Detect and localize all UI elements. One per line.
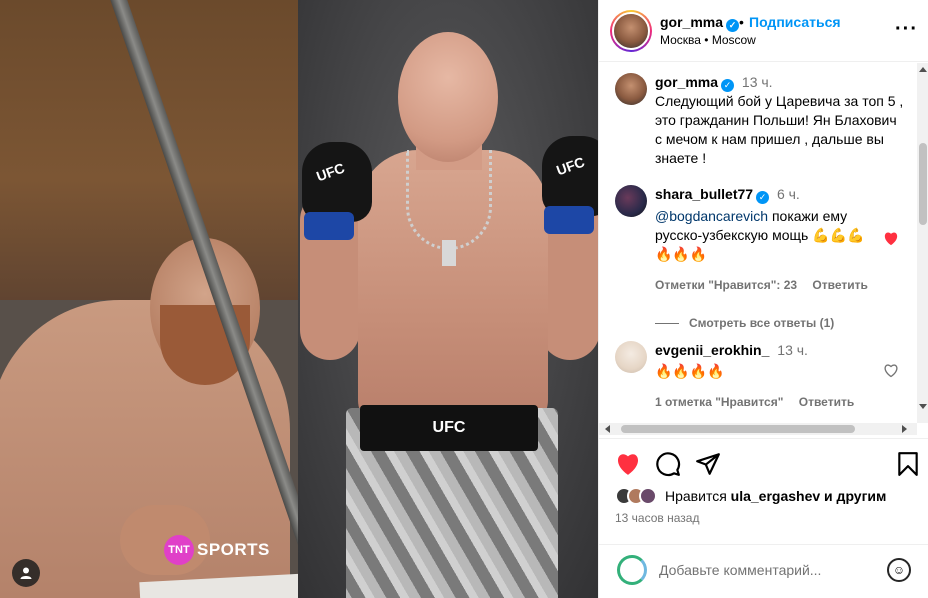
verified-icon: ✓ — [721, 79, 735, 92]
glove-cuff — [304, 212, 354, 240]
scroll-thumb[interactable] — [621, 425, 855, 433]
comment-meta: Отметки "Нравится": 23 Ответить — [655, 276, 881, 294]
fighter-head — [398, 32, 498, 162]
comment-likes-count[interactable]: Отметки "Нравится": 23 — [655, 278, 797, 292]
glove-label: UFC — [314, 159, 347, 185]
author-username-text[interactable]: gor_mma — [660, 14, 723, 30]
comment-input[interactable] — [659, 559, 879, 581]
share-icon[interactable] — [695, 451, 721, 477]
reply-button[interactable]: Ответить — [812, 278, 867, 292]
tnt-sports-text: SPORTS — [197, 540, 270, 559]
tagged-users-button[interactable] — [12, 559, 40, 587]
comment-username[interactable]: evgenii_erokhin_ — [655, 342, 769, 358]
verified-icon: ✓ — [756, 191, 770, 204]
scroll-right-arrow-icon[interactable] — [902, 425, 907, 433]
comment-body: evgenii_erokhin_ 13 ч. 🔥🔥🔥🔥 1 отметка "Н… — [655, 341, 881, 411]
caption-username[interactable]: gor_mma — [655, 74, 718, 90]
cross-pendant — [442, 240, 456, 266]
comment-likes-count[interactable]: 1 отметка "Нравится" — [655, 395, 783, 409]
caption-body: gor_mma ✓ 13 ч. Следующий бой у Царевича … — [655, 73, 905, 168]
glove-label: UFC — [554, 153, 587, 179]
scroll-down-arrow-icon[interactable] — [919, 404, 927, 409]
post-media[interactable]: TNT SPORTS UFC UFC UFC — [0, 0, 598, 598]
comment-mention[interactable]: @bogdancarevich — [655, 208, 768, 224]
person-icon — [20, 567, 32, 579]
caption-time: 13 ч. — [741, 74, 773, 90]
necklace — [406, 150, 492, 250]
post-header: gor_mma ✓ • Подписаться Москва • Moscow ·… — [599, 0, 928, 62]
likes-prefix: Нравится — [665, 488, 731, 504]
author-avatar[interactable] — [610, 10, 652, 52]
tnt-sports-logo: TNT SPORTS — [164, 535, 270, 565]
tnt-badge: TNT — [164, 535, 194, 565]
location-link[interactable]: Москва • Moscow — [660, 33, 756, 47]
emoji-icon[interactable]: ☺ — [887, 558, 911, 582]
comment-username[interactable]: shara_bullet77 — [655, 186, 753, 202]
like-heart-icon[interactable] — [615, 451, 641, 477]
likes-summary[interactable]: Нравится ula_ergashev и другим — [615, 487, 886, 505]
caption-text: Следующий бой у Царевича за топ 5 , это … — [655, 93, 904, 166]
follow-button[interactable]: Подписаться — [749, 14, 841, 30]
right-glove: UFC — [542, 136, 598, 234]
scroll-thumb[interactable] — [919, 143, 927, 225]
replies-line — [655, 322, 679, 324]
separator-dot: • — [739, 14, 744, 30]
comments-list[interactable]: gor_mma ✓ 13 ч. Следующий бой у Царевича … — [599, 63, 917, 423]
scroll-left-arrow-icon[interactable] — [605, 425, 610, 433]
reply-button[interactable]: Ответить — [799, 395, 854, 409]
heart-outline-icon[interactable] — [883, 363, 899, 378]
vertical-scrollbar[interactable] — [917, 63, 928, 423]
comment-icon[interactable] — [655, 451, 681, 477]
liked-heart-icon[interactable] — [883, 231, 899, 246]
add-comment-bar: ☺ — [599, 544, 928, 598]
verified-icon: ✓ — [726, 19, 740, 32]
author-avatar-small[interactable] — [615, 73, 647, 105]
photo-fighter: UFC UFC UFC — [298, 0, 598, 598]
likes-text: Нравится ula_ergashev и другим — [665, 488, 886, 504]
commenter-avatar[interactable] — [615, 185, 647, 217]
post-timestamp: 13 часов назад — [615, 511, 700, 525]
likes-user[interactable]: ula_ergashev — [731, 488, 821, 504]
action-bar: Нравится ula_ergashev и другим 13 часов … — [599, 438, 928, 544]
view-replies[interactable]: Смотреть все ответы (1) — [655, 314, 881, 332]
liker-avatar — [639, 487, 657, 505]
horizontal-scrollbar[interactable] — [599, 423, 917, 435]
view-replies-label[interactable]: Смотреть все ответы (1) — [689, 314, 834, 332]
comment-body: shara_bullet77 ✓ 6 ч. @bogdancarevich пок… — [655, 185, 881, 332]
bookmark-icon[interactable] — [895, 451, 921, 477]
commenter-avatar[interactable] — [615, 341, 647, 373]
comment-text: 🔥🔥🔥🔥 — [655, 363, 725, 379]
glove-cuff — [544, 206, 594, 234]
avatar-image — [612, 12, 650, 50]
comment-time: 13 ч. — [777, 342, 808, 358]
likes-suffix[interactable]: и другим — [820, 488, 886, 504]
comment-time: 6 ч. — [776, 186, 800, 202]
more-options-icon[interactable]: ··· — [895, 18, 918, 41]
comment-meta: 1 отметка "Нравится" Ответить — [655, 393, 881, 411]
shorts-waistband: UFC — [360, 405, 538, 451]
scroll-up-arrow-icon[interactable] — [919, 67, 927, 72]
author-username[interactable]: gor_mma ✓ — [660, 14, 740, 32]
left-glove: UFC — [302, 142, 372, 240]
viewer-avatar — [617, 555, 647, 585]
post-sidebar: gor_mma ✓ • Подписаться Москва • Moscow ·… — [598, 0, 928, 598]
photo-blachowicz: TNT SPORTS — [0, 0, 298, 598]
